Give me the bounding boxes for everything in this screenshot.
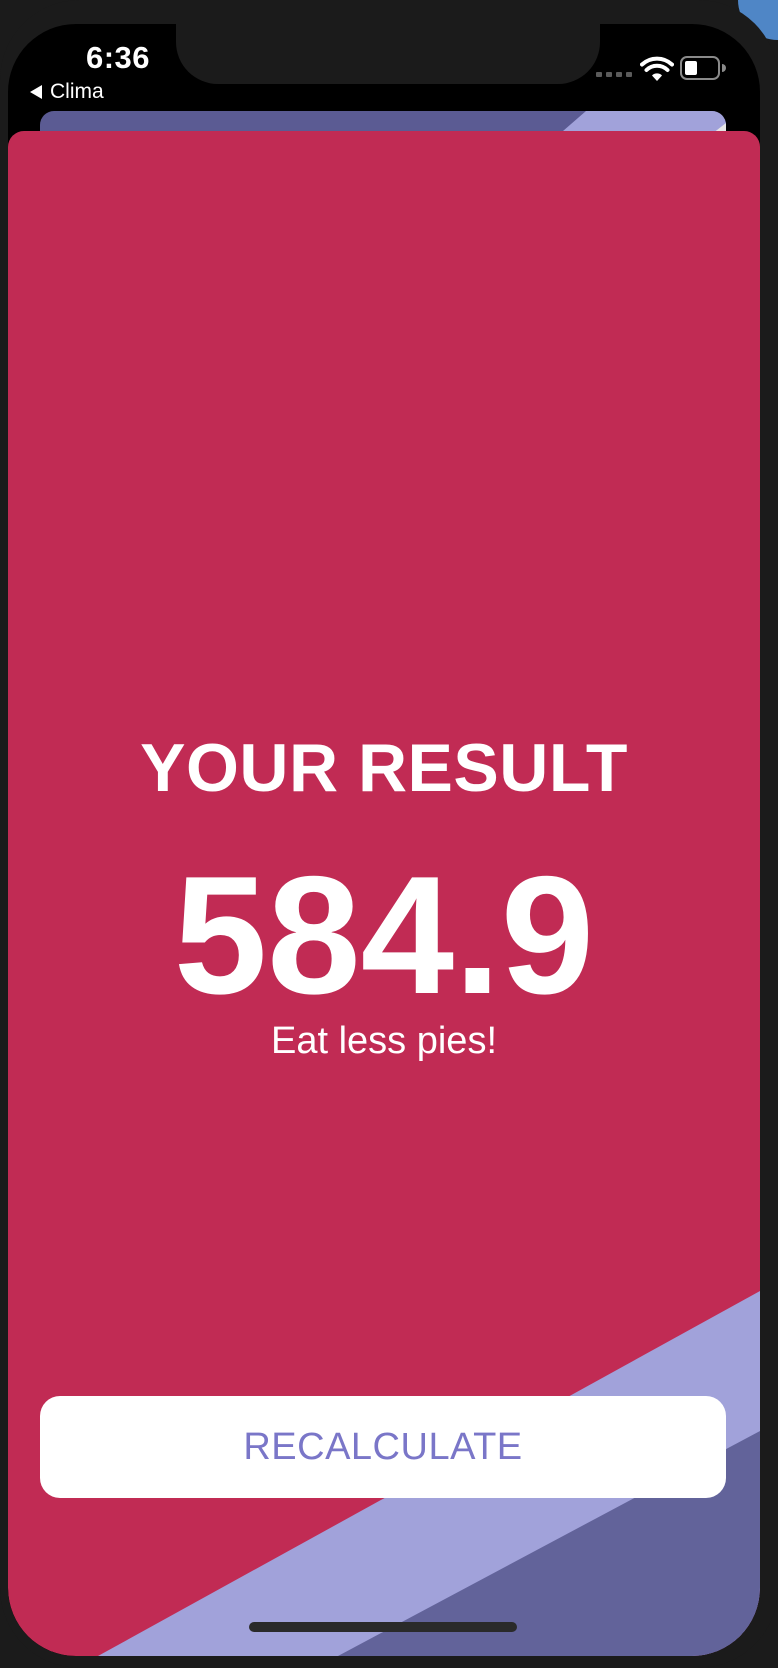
back-app-label: Clima (50, 80, 104, 103)
recalculate-button[interactable]: RECALCULATE (40, 1396, 726, 1498)
status-time: 6:36 (85, 40, 151, 75)
phone-screen: 6:36 Clima YOUR RESULT 584.9 Eat less pi… (8, 24, 760, 1656)
device-notch (176, 24, 600, 84)
app-frame: 6:36 Clima YOUR RESULT 584.9 Eat less pi… (0, 0, 778, 1668)
result-advice: Eat less pies! (271, 1020, 497, 1062)
cellular-signal-icon (596, 72, 632, 77)
result-title: YOUR RESULT (140, 730, 628, 806)
result-value: 584.9 (173, 841, 595, 1029)
back-arrow-icon (30, 85, 42, 99)
home-indicator (249, 1622, 517, 1632)
wifi-icon (640, 56, 674, 81)
battery-icon (680, 56, 726, 80)
back-to-app-button[interactable]: Clima (30, 80, 104, 104)
